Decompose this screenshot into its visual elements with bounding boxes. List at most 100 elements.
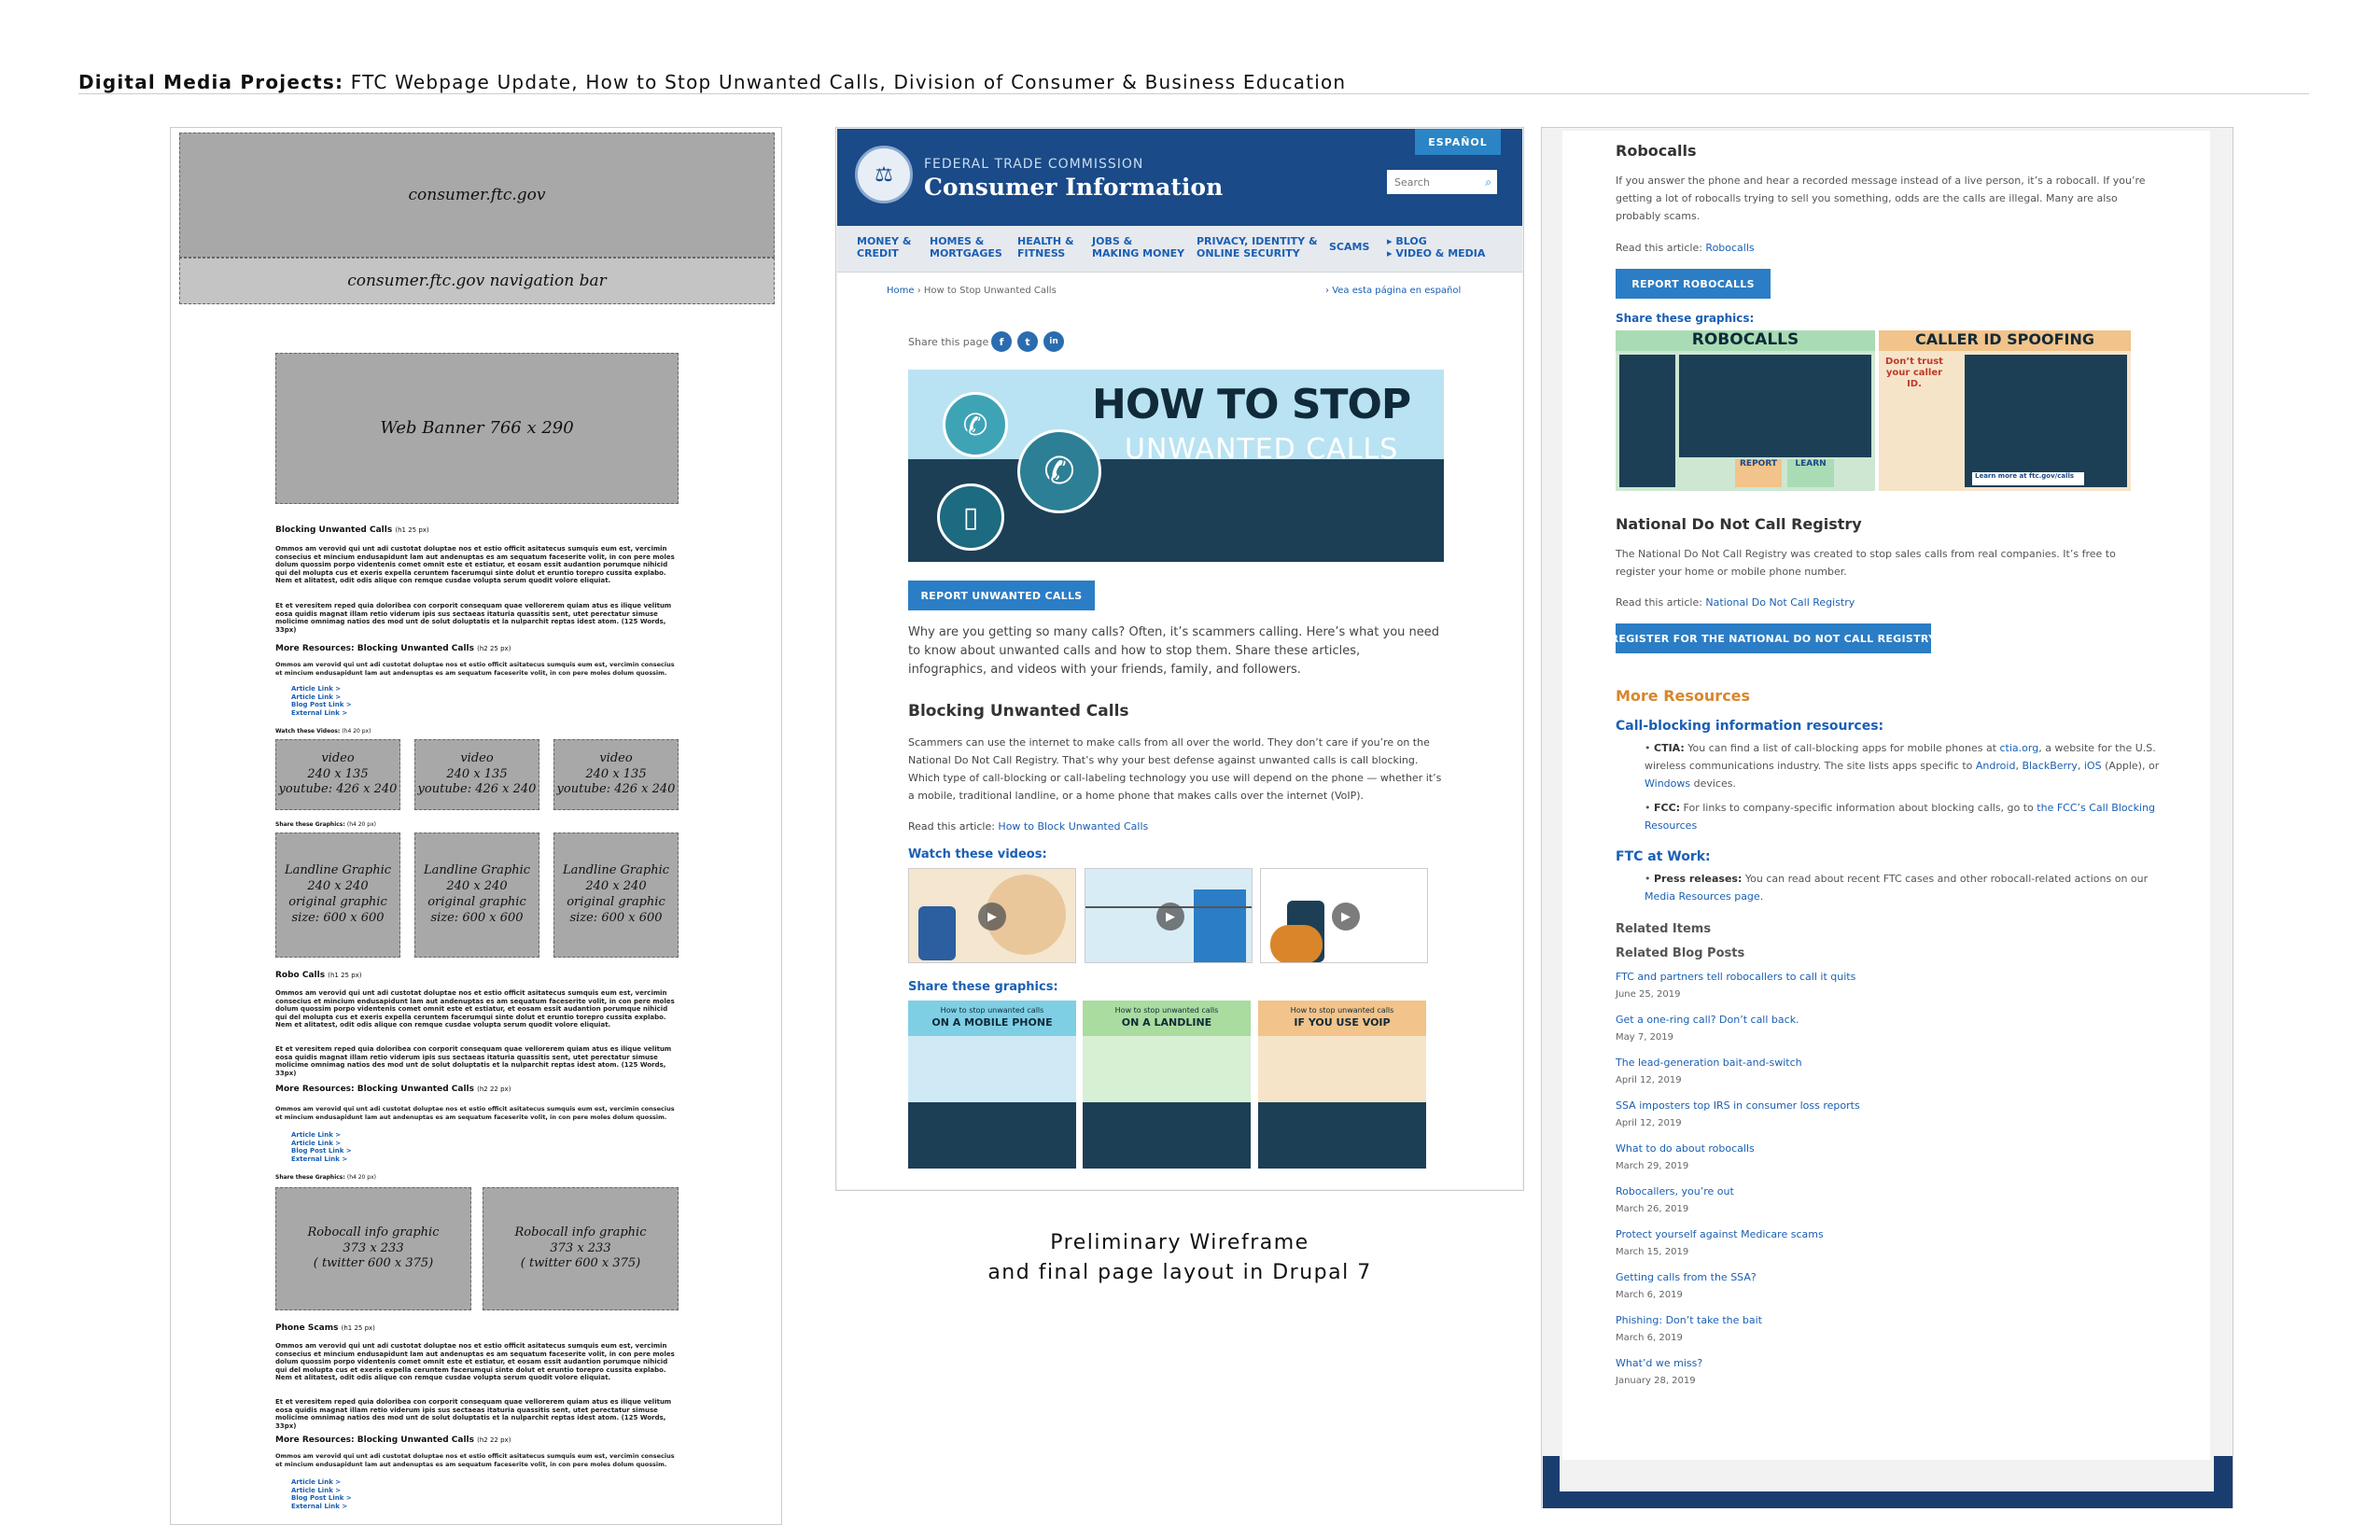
infographic-panel bbox=[1619, 355, 1675, 487]
wf-site-box: consumer.ftc.gov bbox=[179, 133, 775, 258]
wf-link[interactable]: Article Link > bbox=[291, 1478, 352, 1487]
nav-item-jobs[interactable]: JOBS & MAKING MONEY bbox=[1092, 235, 1184, 259]
share-label: Share this page bbox=[908, 336, 989, 348]
wf-link[interactable]: Article Link > bbox=[291, 1131, 352, 1140]
wf-heading-more: More Resources: Blocking Unwanted Calls … bbox=[275, 1085, 511, 1094]
spoofing-infographic[interactable]: CALLER ID SPOOFING Don’t trust your call… bbox=[1879, 330, 2131, 491]
ftc-seal-icon[interactable]: ⚖ bbox=[855, 146, 913, 203]
ios-link[interactable]: iOS bbox=[2084, 760, 2102, 772]
wf-link[interactable]: Article Link > bbox=[291, 693, 352, 702]
dnc-link[interactable]: National Do Not Call Registry bbox=[1705, 596, 1855, 609]
robocalls-infographic[interactable]: ROBOCALLS REPORT LEARN bbox=[1616, 330, 1875, 491]
report-robocalls-button[interactable]: REPORT ROBOCALLS bbox=[1616, 269, 1771, 299]
related-post-link[interactable]: The lead-generation bait-and-switch bbox=[1616, 1057, 1802, 1069]
wf-paragraph: Ommos am verovid qui unt adi custotat do… bbox=[275, 545, 675, 584]
wf-paragraph: Ommos am verovid qui unt adi custotat do… bbox=[275, 661, 675, 678]
play-icon[interactable]: ▶ bbox=[1332, 903, 1360, 931]
related-post-link[interactable]: Robocallers, you’re out bbox=[1616, 1185, 1734, 1197]
wf-watch-label: Watch these Videos: (h4 20 px) bbox=[275, 728, 371, 735]
media-resources-link[interactable]: Media Resources page bbox=[1645, 890, 1760, 903]
breadcrumb: Home › How to Stop Unwanted Calls bbox=[887, 286, 1057, 296]
wf-link[interactable]: Blog Post Link > bbox=[291, 1147, 352, 1155]
wf-link[interactable]: Blog Post Link > bbox=[291, 701, 352, 709]
register-dnc-button[interactable]: REGISTER FOR THE NATIONAL DO NOT CALL RE… bbox=[1611, 623, 1936, 653]
related-post-link[interactable]: What to do about robocalls bbox=[1616, 1142, 1755, 1155]
nav-item-blog[interactable]: ▸ BLOG ▸ VIDEO & MEDIA bbox=[1387, 235, 1485, 259]
video-thumbnail[interactable]: ▶ bbox=[908, 868, 1076, 963]
nav-item-privacy[interactable]: PRIVACY, IDENTITY & ONLINE SECURITY bbox=[1197, 235, 1318, 259]
related-post-date: April 12, 2019 bbox=[1616, 1075, 1682, 1085]
related-post-link[interactable]: FTC and partners tell robocallers to cal… bbox=[1616, 971, 1855, 983]
site-title[interactable]: Consumer Information bbox=[924, 174, 1223, 201]
wf-video-box: video 240 x 135 youtube: 426 x 240 bbox=[275, 739, 400, 810]
wf-link[interactable]: Article Link > bbox=[291, 1140, 352, 1148]
wf-link[interactable]: External Link > bbox=[291, 1503, 352, 1511]
graphic-mobile[interactable]: How to stop unwanted calls ON A MOBILE PH… bbox=[908, 1001, 1076, 1169]
wf-paragraph: Et et veresitem reped quia doloribea con… bbox=[275, 1398, 672, 1430]
search-icon[interactable]: ⌕ bbox=[1485, 175, 1491, 189]
windows-link[interactable]: Windows bbox=[1645, 777, 1690, 790]
graphic-body bbox=[1258, 1036, 1426, 1169]
graphic-landline[interactable]: How to stop unwanted calls ON A LANDLINE bbox=[1083, 1001, 1251, 1169]
graphic-voip[interactable]: How to stop unwanted calls IF YOU USE VOI… bbox=[1258, 1001, 1426, 1169]
wf-link[interactable]: External Link > bbox=[291, 1155, 352, 1164]
video-thumbnail[interactable]: ▶ bbox=[1260, 868, 1428, 963]
wf-share-label: Share these Graphics: (h4 20 px) bbox=[275, 821, 376, 828]
blackberry-link[interactable]: BlackBerry bbox=[2022, 760, 2077, 772]
wf-heading-blocking: Blocking Unwanted Calls (h1 25 px) bbox=[275, 525, 429, 535]
twitter-icon[interactable]: t bbox=[1017, 331, 1038, 352]
related-post-link[interactable]: SSA imposters top IRS in consumer loss r… bbox=[1616, 1099, 1860, 1112]
robocalls-heading: Robocalls bbox=[1616, 142, 1697, 160]
wf-paragraph: Ommos am verovid qui unt adi custotat do… bbox=[275, 1452, 675, 1469]
linkedin-icon[interactable]: in bbox=[1043, 331, 1064, 352]
android-link[interactable]: Android bbox=[1976, 760, 2016, 772]
breadcrumb-home[interactable]: Home bbox=[887, 286, 915, 296]
header-divider bbox=[78, 93, 2309, 94]
wf-links[interactable]: Article Link > Article Link > Blog Post … bbox=[291, 685, 352, 717]
play-icon[interactable]: ▶ bbox=[1156, 903, 1184, 931]
related-post-link[interactable]: Getting calls from the SSA? bbox=[1616, 1271, 1757, 1283]
wf-heading-more: More Resources: Blocking Unwanted Calls … bbox=[275, 1435, 511, 1445]
intro-paragraph: Why are you getting so many calls? Often… bbox=[908, 625, 1440, 677]
nav-item-homes[interactable]: HOMES & MORTGAGES bbox=[930, 235, 1002, 259]
wf-link[interactable]: Blog Post Link > bbox=[291, 1494, 352, 1503]
related-post-link[interactable]: Phishing: Don’t take the bait bbox=[1616, 1314, 1762, 1326]
related-post-date: March 29, 2019 bbox=[1616, 1161, 1689, 1171]
infographic-title: CALLER ID SPOOFING bbox=[1879, 330, 2131, 351]
robocalls-link[interactable]: Robocalls bbox=[1705, 242, 1754, 254]
related-post-date: March 6, 2019 bbox=[1616, 1333, 1683, 1343]
wf-heading-robo: Robo Calls (h1 25 px) bbox=[275, 971, 362, 980]
related-post-date: March 15, 2019 bbox=[1616, 1247, 1689, 1257]
related-blog-heading: Related Blog Posts bbox=[1616, 946, 1745, 960]
graphic-body bbox=[908, 1036, 1076, 1169]
wf-link[interactable]: Article Link > bbox=[291, 685, 352, 693]
video-thumbnail[interactable]: ▶ bbox=[1085, 868, 1253, 963]
related-post-date: June 25, 2019 bbox=[1616, 989, 1681, 1000]
infographic-report: REPORT bbox=[1735, 459, 1782, 487]
related-post-link[interactable]: Protect yourself against Medicare scams bbox=[1616, 1228, 1824, 1240]
facebook-icon[interactable]: f bbox=[991, 331, 1012, 352]
nav-item-scams[interactable]: SCAMS bbox=[1329, 241, 1369, 253]
ctia-link[interactable]: ctia.org bbox=[2000, 742, 2039, 754]
nav-item-health[interactable]: HEALTH & FITNESS bbox=[1017, 235, 1074, 259]
related-post-link[interactable]: What’d we miss? bbox=[1616, 1357, 1702, 1369]
search-input[interactable]: Search ⌕ bbox=[1387, 170, 1497, 194]
wf-landline-box: Landline Graphic 240 x 240 original graphi… bbox=[553, 833, 679, 958]
related-post-link[interactable]: Get a one-ring call? Don’t call back. bbox=[1616, 1014, 1799, 1026]
infographic-learn-more: Learn more at ftc.gov/calls bbox=[1972, 472, 2084, 485]
nav-item-money[interactable]: MONEY & CREDIT bbox=[857, 235, 911, 259]
wf-links[interactable]: Article Link > Article Link > Blog Post … bbox=[291, 1131, 352, 1163]
page-header: Digital Media Projects: FTC Webpage Upda… bbox=[78, 71, 1347, 93]
block-calls-link[interactable]: How to Block Unwanted Calls bbox=[998, 820, 1148, 833]
wf-link[interactable]: Article Link > bbox=[291, 1487, 352, 1495]
report-unwanted-calls-button[interactable]: REPORT UNWANTED CALLS bbox=[908, 581, 1095, 610]
wf-link[interactable]: External Link > bbox=[291, 709, 352, 718]
espanol-button[interactable]: ESPAÑOL bbox=[1415, 129, 1501, 155]
infographic-title: ROBOCALLS bbox=[1616, 330, 1875, 351]
wf-paragraph: Ommos am verovid qui unt adi custotat do… bbox=[275, 1105, 675, 1122]
play-icon[interactable]: ▶ bbox=[978, 903, 1006, 931]
spanish-link[interactable]: › Vea esta página en español bbox=[1325, 286, 1461, 296]
related-items-heading: Related Items bbox=[1616, 922, 1712, 936]
wf-paragraph: Et et veresitem reped quia doloribea con… bbox=[275, 602, 672, 634]
wf-links[interactable]: Article Link > Article Link > Blog Post … bbox=[291, 1478, 352, 1510]
